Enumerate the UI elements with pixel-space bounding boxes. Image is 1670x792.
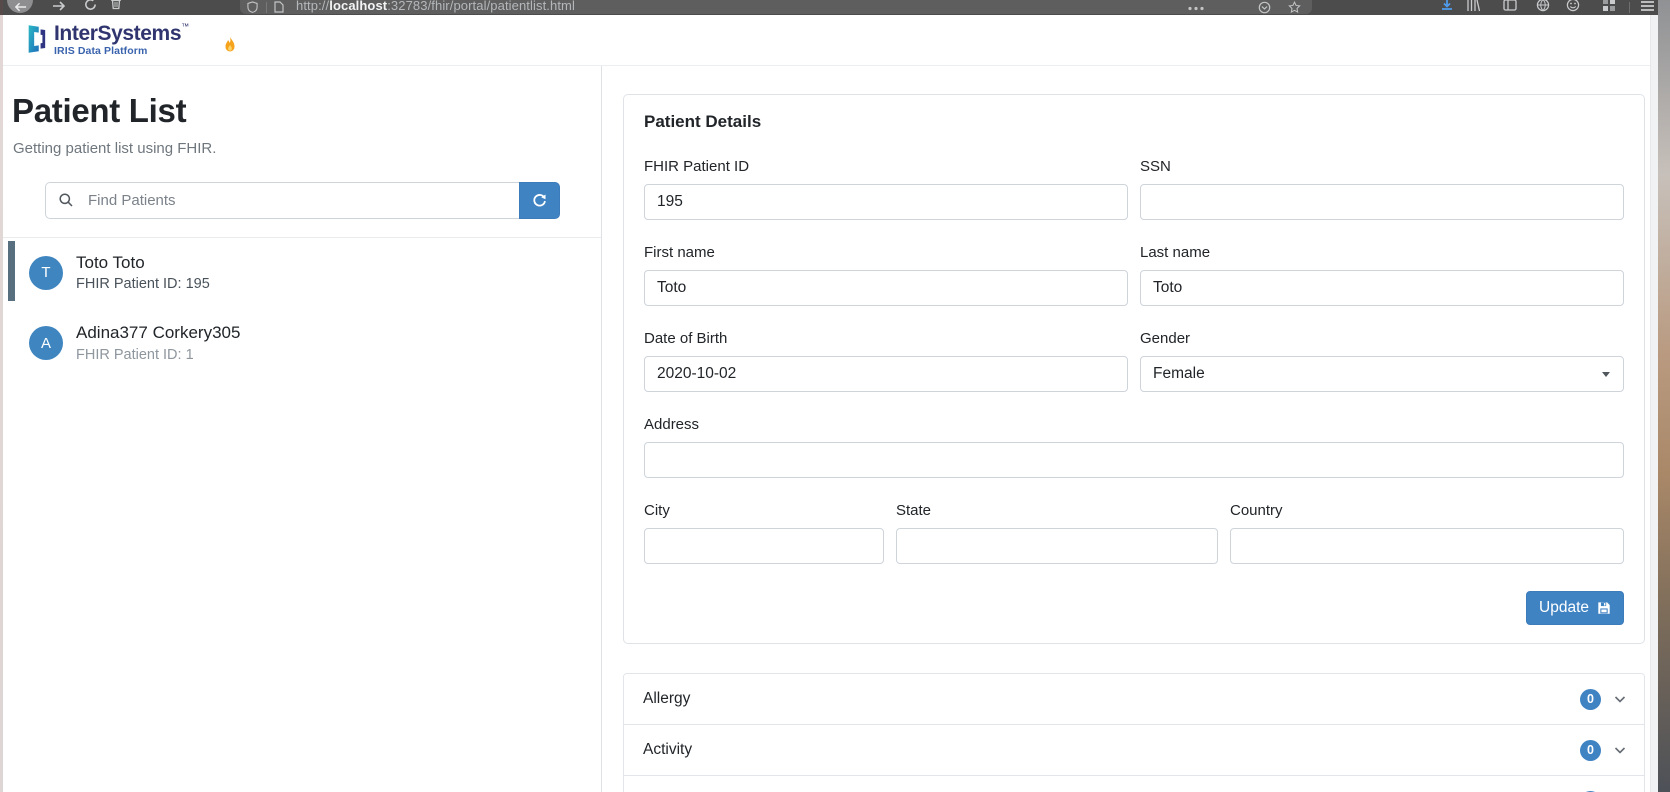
- patient-list-item[interactable]: T Toto Toto FHIR Patient ID: 195: [0, 238, 601, 309]
- update-button[interactable]: Update: [1526, 591, 1624, 625]
- flame-icon: [225, 37, 235, 52]
- patient-meta: FHIR Patient ID: 195: [76, 276, 210, 293]
- reload-icon: [85, 0, 96, 10]
- page-actions-dots-icon[interactable]: [1188, 6, 1204, 11]
- state-label: State: [896, 502, 932, 519]
- patient-name: Adina377 Corkery305: [76, 323, 241, 343]
- ssn-input[interactable]: [1140, 184, 1624, 220]
- extensions-grid-icon[interactable]: [1602, 0, 1616, 12]
- pocket-icon[interactable]: [1258, 1, 1271, 14]
- brand-trademark: ™: [181, 22, 190, 32]
- country-input[interactable]: [1230, 528, 1624, 564]
- patient-details-panel: Patient Details FHIR Patient ID SSN Firs…: [602, 66, 1658, 792]
- accordion-row-activity[interactable]: Activity 0: [624, 724, 1644, 775]
- update-button-label: Update: [1539, 599, 1589, 616]
- patient-list-panel: Patient List Getting patient list using …: [0, 66, 602, 792]
- accordion-row-allergy[interactable]: Allergy 0: [624, 674, 1644, 724]
- browser-toolbar: http://localhost:32783/fhir/portal/patie…: [0, 0, 1658, 15]
- browser-forward-button[interactable]: [52, 0, 66, 15]
- resource-accordion: Allergy 0 Activity 0 Observation 0: [623, 673, 1645, 792]
- urlbar-separator: [266, 2, 267, 13]
- url-text: http://localhost:32783/fhir/portal/patie…: [296, 0, 575, 13]
- fhir-id-input[interactable]: [644, 184, 1128, 220]
- count-badge: 0: [1580, 688, 1601, 710]
- patient-list-item[interactable]: A Adina377 Corkery305 FHIR Patient ID: 1: [0, 308, 601, 379]
- refresh-sync-icon: [533, 194, 546, 207]
- patient-details-card: Patient Details FHIR Patient ID SSN Firs…: [623, 94, 1645, 644]
- city-label: City: [644, 502, 670, 519]
- city-input[interactable]: [644, 528, 884, 564]
- page-subtitle: Getting patient list using FHIR.: [13, 140, 217, 157]
- desktop-edge-right: [1658, 0, 1670, 792]
- gender-select[interactable]: Female: [1140, 356, 1624, 392]
- accordion-row-observation[interactable]: Observation 0: [624, 775, 1644, 792]
- accordion-label: Activity: [643, 741, 693, 758]
- search-input[interactable]: [45, 182, 519, 219]
- select-caret-icon: [1602, 371, 1610, 377]
- first-name-input[interactable]: [644, 270, 1128, 306]
- menu-hamburger-icon[interactable]: [1640, 0, 1655, 12]
- details-title: Patient Details: [644, 112, 762, 131]
- dob-input[interactable]: [644, 356, 1128, 392]
- page-title: Patient List: [12, 92, 187, 129]
- ssn-label: SSN: [1140, 158, 1171, 175]
- downloads-icon[interactable]: [1440, 0, 1454, 12]
- address-input[interactable]: [644, 442, 1624, 478]
- page-info-icon: [274, 1, 284, 13]
- last-name-input[interactable]: [1140, 270, 1624, 306]
- chevron-down-icon: [1614, 747, 1626, 754]
- chevron-down-icon: [1614, 696, 1626, 703]
- browser-reload-button[interactable]: [84, 0, 97, 15]
- shield-permissions-icon: [247, 1, 258, 13]
- brand-subtitle: IRIS Data Platform: [54, 45, 148, 58]
- patient-list: T Toto Toto FHIR Patient ID: 195 A Adina…: [0, 237, 601, 379]
- browser-back-button[interactable]: [7, 0, 33, 13]
- patient-meta: FHIR Patient ID: 1: [76, 346, 194, 363]
- patient-name: Toto Toto: [76, 253, 145, 272]
- last-name-label: Last name: [1140, 244, 1211, 261]
- forward-arrow-icon: [53, 1, 66, 11]
- bookmark-star-icon[interactable]: [1288, 1, 1301, 14]
- browser-trash-button[interactable]: [110, 0, 122, 15]
- state-input[interactable]: [896, 528, 1218, 564]
- library-icon[interactable]: [1466, 0, 1480, 12]
- refresh-patients-button[interactable]: [519, 182, 560, 219]
- web-page: InterSystems™ IRIS Data Platform Patient…: [0, 15, 1658, 792]
- first-name-label: First name: [644, 244, 715, 261]
- extension-smiley-icon[interactable]: [1566, 0, 1580, 12]
- page-scrollbar[interactable]: [1650, 15, 1658, 792]
- app-header: InterSystems™ IRIS Data Platform: [0, 15, 1658, 66]
- patient-avatar: A: [29, 326, 63, 361]
- extension-globe-icon[interactable]: [1536, 0, 1550, 12]
- accordion-label: Allergy: [643, 690, 691, 707]
- fhir-id-label: FHIR Patient ID: [644, 158, 750, 175]
- trash-icon: [111, 0, 121, 10]
- intersystems-logo: InterSystems™ IRIS Data Platform: [25, 23, 236, 57]
- gender-label: Gender: [1140, 330, 1191, 347]
- sidebar-toggle-icon[interactable]: [1503, 0, 1517, 12]
- toolbar-separator: [1629, 2, 1630, 13]
- screenshot-root: http://localhost:32783/fhir/portal/patie…: [0, 0, 1670, 792]
- address-label: Address: [644, 416, 700, 433]
- dob-label: Date of Birth: [644, 330, 728, 347]
- intersystems-bracket-icon: [28, 25, 46, 53]
- brand-name: InterSystems: [54, 22, 182, 46]
- back-arrow-icon: [14, 2, 26, 12]
- count-badge: 0: [1580, 739, 1601, 761]
- save-floppy-icon: [1598, 602, 1610, 614]
- address-bar[interactable]: http://localhost:32783/fhir/portal/patie…: [240, 0, 1312, 14]
- country-label: Country: [1230, 502, 1283, 519]
- search-icon: [59, 193, 73, 207]
- gender-value: Female: [1153, 365, 1205, 382]
- patient-avatar: T: [29, 255, 63, 290]
- patient-search-group: [45, 182, 560, 219]
- desktop-edge-left: [0, 0, 3, 792]
